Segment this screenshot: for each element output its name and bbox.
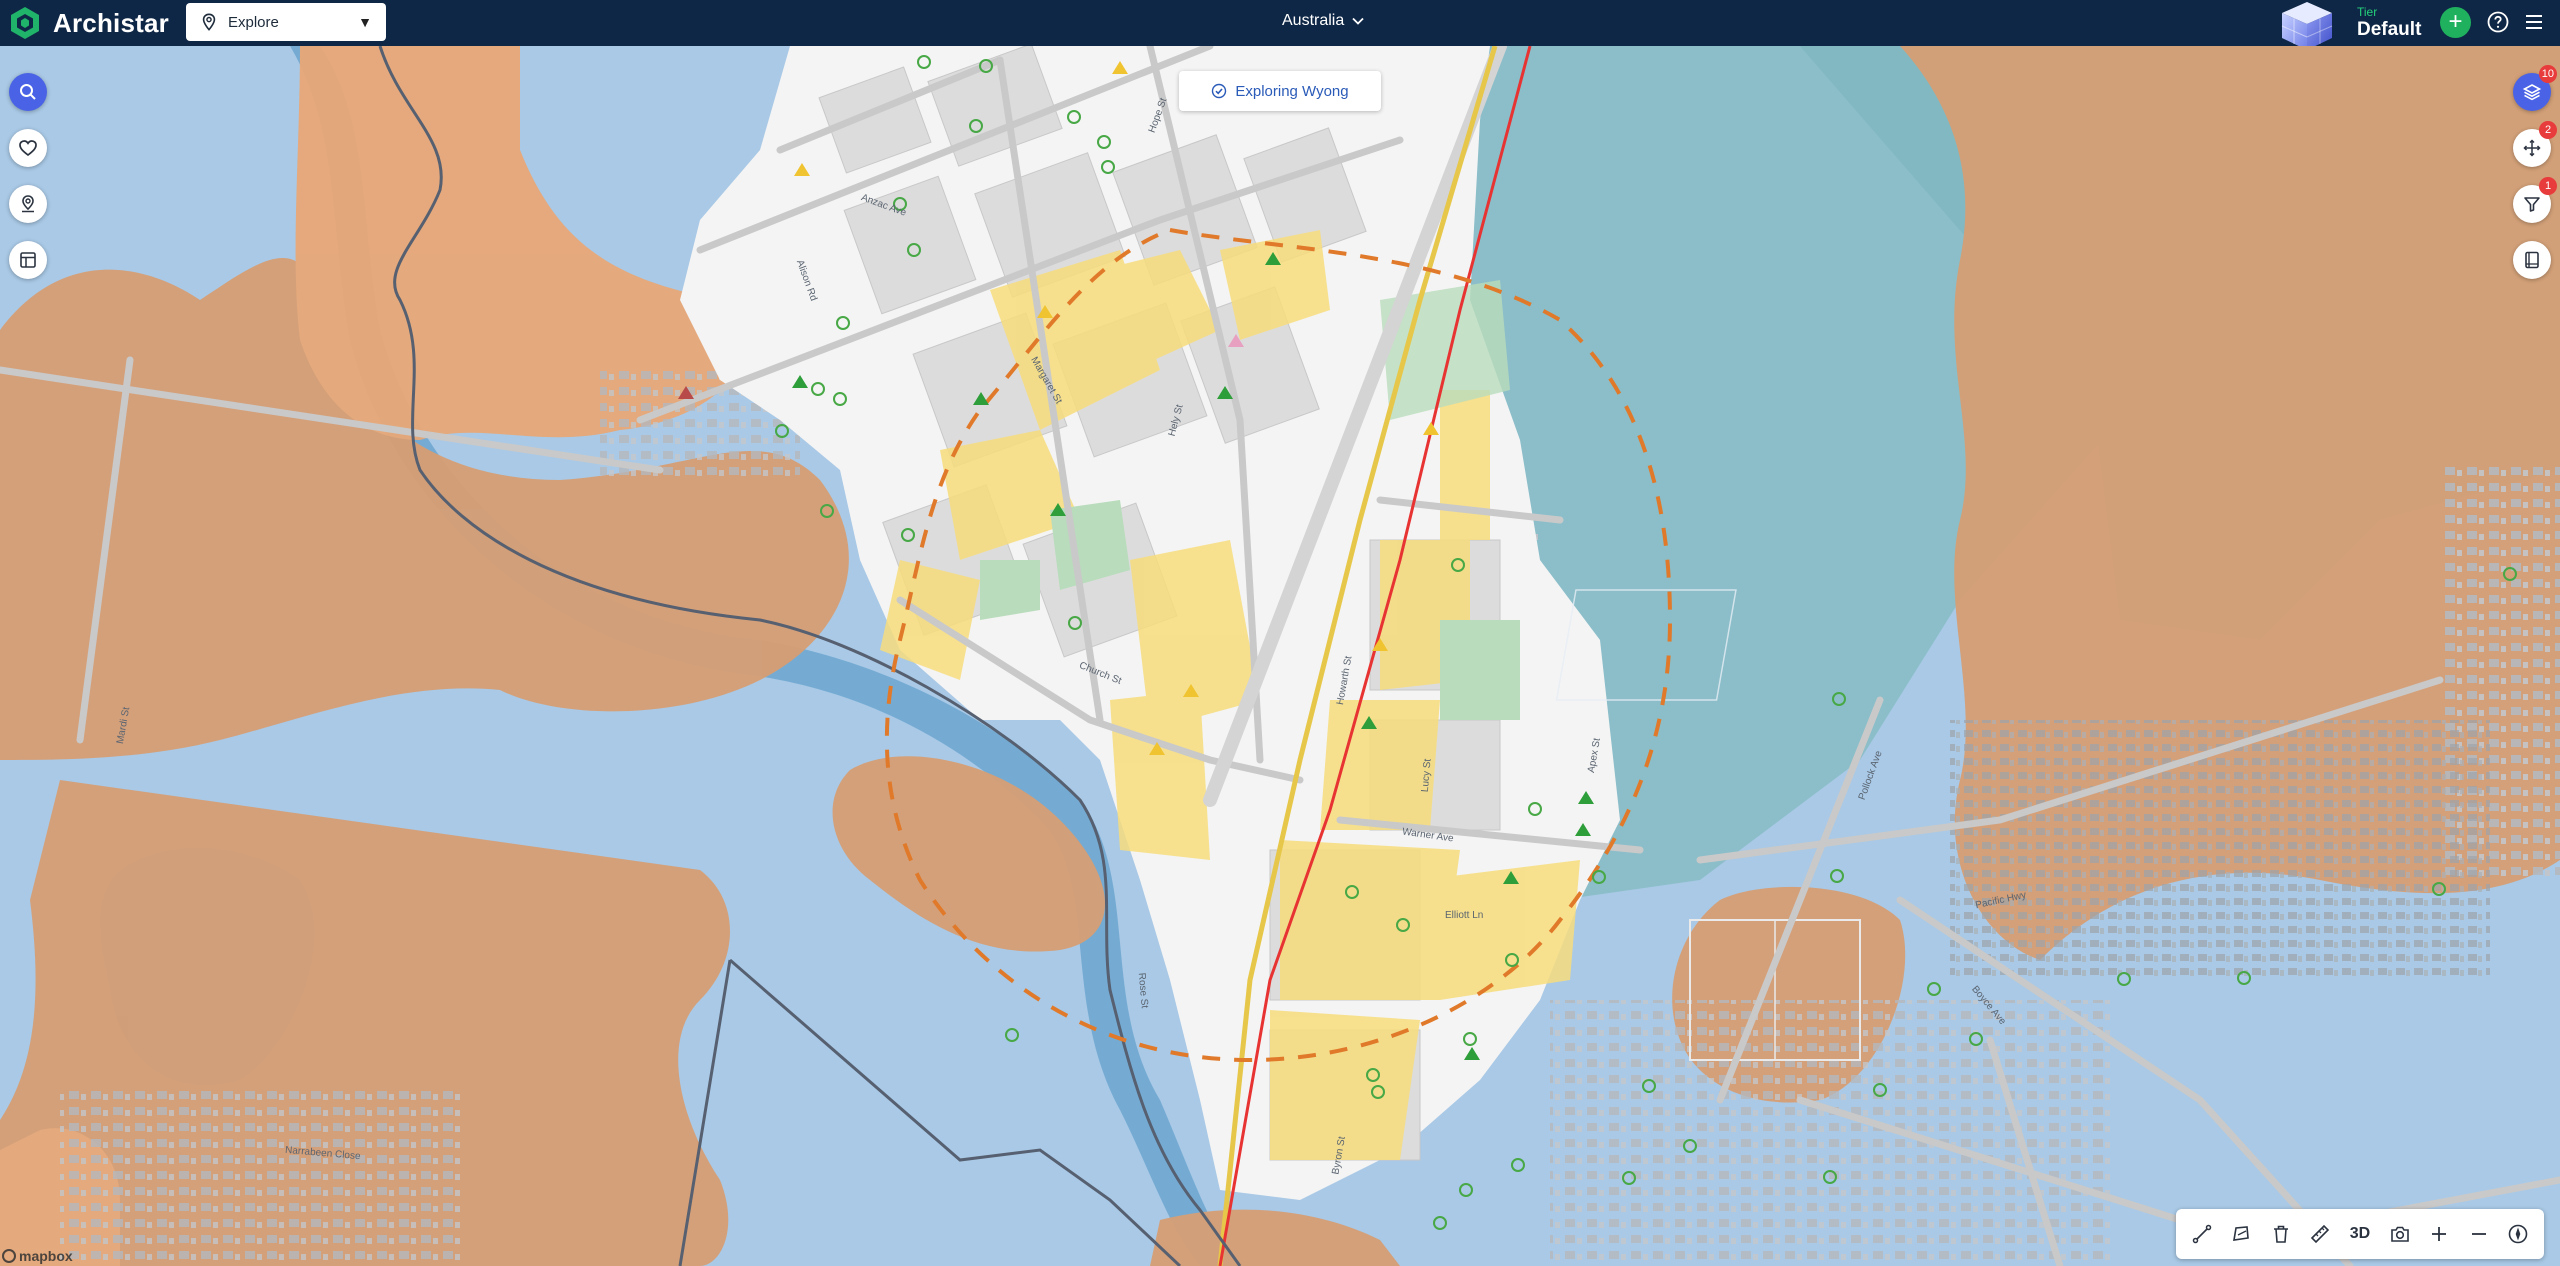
toggle-3d-button[interactable]: 3D bbox=[2343, 1217, 2377, 1251]
filter-count-badge: 1 bbox=[2539, 177, 2557, 195]
camera-icon bbox=[2390, 1226, 2409, 1242]
favourites-tool-button[interactable] bbox=[9, 129, 47, 167]
add-button[interactable]: + bbox=[2440, 7, 2471, 38]
search-icon bbox=[20, 84, 36, 100]
measure-button[interactable] bbox=[2303, 1217, 2337, 1251]
trash-icon bbox=[2273, 1225, 2288, 1243]
move-count-badge: 2 bbox=[2539, 121, 2557, 139]
hamburger-menu-icon[interactable] bbox=[2522, 10, 2546, 34]
compass-icon bbox=[2508, 1224, 2528, 1244]
tier-value[interactable]: Default bbox=[2357, 19, 2421, 41]
top-bar: Archistar Explore ▼ Australia Tier Defau… bbox=[0, 0, 2560, 46]
places-tool-button[interactable] bbox=[9, 185, 47, 223]
delete-button[interactable] bbox=[2264, 1217, 2298, 1251]
layers-icon bbox=[2522, 84, 2542, 101]
tier-label: Tier bbox=[2357, 5, 2378, 19]
heart-icon bbox=[19, 140, 37, 157]
check-circle-icon bbox=[1212, 83, 1227, 99]
draw-polygon-button[interactable] bbox=[2224, 1217, 2258, 1251]
toggle-3d-label: 3D bbox=[2349, 1225, 2371, 1242]
zoom-out-button[interactable] bbox=[2462, 1217, 2496, 1251]
draw-line-button[interactable] bbox=[2185, 1217, 2219, 1251]
caret-down-icon: ▼ bbox=[358, 14, 372, 30]
mapbox-logo-icon bbox=[2, 1249, 16, 1263]
line-draw-icon bbox=[2192, 1224, 2212, 1244]
mapbox-attribution[interactable]: mapbox bbox=[2, 1248, 73, 1264]
exploring-status-pill[interactable]: Exploring Wyong bbox=[1179, 71, 1381, 111]
ruler-icon bbox=[2311, 1224, 2330, 1244]
mode-select-label: Explore bbox=[228, 13, 279, 31]
filter-tool-button[interactable]: 1 bbox=[2513, 177, 2557, 223]
tier-cube-icon[interactable] bbox=[2276, 0, 2338, 46]
search-tool-button[interactable] bbox=[9, 73, 47, 111]
move-tool-button[interactable]: 2 bbox=[2513, 121, 2557, 167]
location-pin-icon bbox=[22, 195, 34, 213]
map-bottom-toolbar: 3D bbox=[2176, 1209, 2544, 1259]
exploring-status-text: Exploring Wyong bbox=[1235, 82, 1349, 100]
panels-tool-button[interactable] bbox=[9, 241, 47, 279]
help-circle-icon[interactable] bbox=[2486, 10, 2510, 34]
brand-name: Archistar bbox=[53, 8, 169, 38]
screenshot-button[interactable] bbox=[2383, 1217, 2417, 1251]
map-pin-icon bbox=[202, 13, 216, 31]
layers-tool-button[interactable]: 10 bbox=[2513, 65, 2557, 111]
filter-icon bbox=[2524, 197, 2540, 212]
layers-count-badge: 10 bbox=[2538, 65, 2557, 83]
move-icon bbox=[2523, 139, 2541, 157]
region-selector[interactable]: Australia bbox=[1282, 12, 1364, 30]
book-icon bbox=[2525, 251, 2539, 269]
mode-select-dropdown[interactable]: Explore ▼ bbox=[186, 3, 386, 41]
archistar-logo-icon[interactable] bbox=[7, 5, 43, 41]
minus-icon bbox=[2471, 1233, 2486, 1235]
notebook-tool-button[interactable] bbox=[2513, 241, 2551, 279]
zoom-in-button[interactable] bbox=[2422, 1217, 2456, 1251]
mapbox-attribution-text: mapbox bbox=[19, 1248, 73, 1264]
polygon-draw-icon bbox=[2233, 1226, 2250, 1241]
layout-icon bbox=[20, 252, 36, 268]
chevron-down-icon bbox=[1352, 17, 1364, 25]
compass-button[interactable] bbox=[2501, 1217, 2535, 1251]
map-canvas[interactable] bbox=[0, 46, 2560, 1266]
region-label: Australia bbox=[1282, 12, 1345, 29]
plus-icon bbox=[2432, 1227, 2447, 1241]
